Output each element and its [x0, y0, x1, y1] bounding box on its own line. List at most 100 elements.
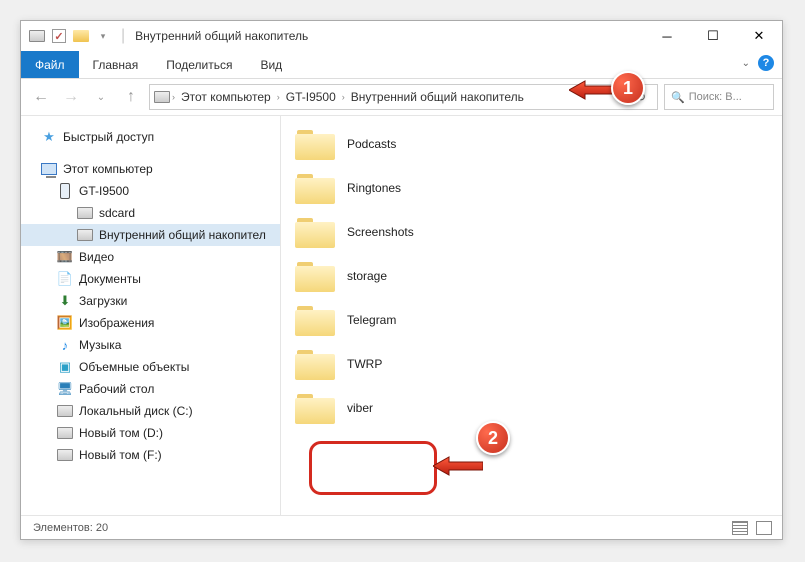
sidebar-label: Видео	[79, 250, 114, 264]
folder-item[interactable]: Screenshots	[281, 210, 782, 254]
sidebar-quick-access[interactable]: ★ Быстрый доступ	[21, 126, 280, 148]
forward-button[interactable]: →	[59, 85, 83, 109]
window-title: Внутренний общий накопитель	[135, 29, 308, 43]
annotation-badge-2: 2	[476, 421, 510, 455]
navigation-sidebar: ★ Быстрый доступ Этот компьютер GT-I9500…	[21, 116, 281, 515]
folder-item[interactable]: TWRP	[281, 342, 782, 386]
drive-icon	[57, 447, 73, 463]
close-button[interactable]: ✕	[736, 21, 782, 51]
folder-content[interactable]: Podcasts Ringtones Screenshots storage T…	[281, 116, 782, 515]
details-view-icon[interactable]	[732, 521, 748, 535]
cube-icon: ▣	[57, 359, 73, 375]
view-switcher	[732, 521, 772, 535]
sidebar-3d-objects[interactable]: ▣ Объемные объекты	[21, 356, 280, 378]
sidebar-documents[interactable]: 📄 Документы	[21, 268, 280, 290]
back-button[interactable]: ←	[29, 85, 53, 109]
documents-icon: 📄	[57, 271, 73, 287]
tab-home[interactable]: Главная	[79, 51, 153, 78]
drive-icon	[77, 205, 93, 221]
sidebar-new-volume-f[interactable]: Новый том (F:)	[21, 444, 280, 466]
sidebar-music[interactable]: ♪ Музыка	[21, 334, 280, 356]
tab-file[interactable]: Файл	[21, 51, 79, 78]
folder-icon	[295, 348, 335, 380]
folder-icon	[73, 28, 89, 44]
folder-icon	[295, 172, 335, 204]
folder-name: viber	[347, 401, 373, 415]
ribbon-expand-icon[interactable]: ⌄	[742, 58, 750, 69]
star-icon: ★	[41, 129, 57, 145]
thumbnails-view-icon[interactable]	[756, 521, 772, 535]
tab-view[interactable]: Вид	[246, 51, 296, 78]
folder-item[interactable]: Ringtones	[281, 166, 782, 210]
sidebar-label: Быстрый доступ	[63, 130, 154, 144]
sidebar-device[interactable]: GT-I9500	[21, 180, 280, 202]
sidebar-local-disk-c[interactable]: Локальный диск (C:)	[21, 400, 280, 422]
status-items-label: Элементов:	[33, 522, 93, 534]
computer-icon	[41, 161, 57, 177]
sidebar-pictures[interactable]: 🖼️ Изображения	[21, 312, 280, 334]
search-input[interactable]: 🔍 Поиск: В...	[664, 84, 774, 110]
recent-dropdown-icon[interactable]: ⌄	[89, 85, 113, 109]
navigation-row: ← → ⌄ ↑ › Этот компьютер › GT-I9500 › Вн…	[21, 79, 782, 115]
help-icon[interactable]: ?	[758, 55, 774, 71]
status-items-count: 20	[96, 522, 108, 534]
folder-item[interactable]: Podcasts	[281, 122, 782, 166]
annotation-arrow-2	[433, 455, 483, 477]
properties-checkbox-icon[interactable]	[51, 28, 67, 44]
ribbon-right-controls: ⌄ ?	[742, 55, 774, 71]
folder-name: Telegram	[347, 313, 396, 327]
sidebar-label: Документы	[79, 272, 141, 286]
status-bar: Элементов: 20	[21, 515, 782, 539]
sidebar-label: Внутренний общий накопител	[99, 228, 266, 242]
folder-item[interactable]: Telegram	[281, 298, 782, 342]
chevron-right-icon[interactable]: ›	[277, 92, 280, 102]
folder-name: Podcasts	[347, 137, 396, 151]
music-icon: ♪	[57, 337, 73, 353]
folder-name: Ringtones	[347, 181, 401, 195]
sidebar-label: Объемные объекты	[79, 360, 189, 374]
chevron-right-icon[interactable]: ›	[342, 92, 345, 102]
sidebar-downloads[interactable]: ⬇ Загрузки	[21, 290, 280, 312]
tab-share[interactable]: Поделиться	[152, 51, 246, 78]
folder-item[interactable]: storage	[281, 254, 782, 298]
drive-icon	[29, 28, 45, 44]
folder-item-viber[interactable]: viber	[281, 386, 782, 430]
videos-icon: 🎞️	[57, 249, 73, 265]
annotation-badge-1: 1	[611, 71, 645, 105]
breadcrumb-device[interactable]: GT-I9500	[282, 90, 340, 104]
breadcrumb-pc[interactable]: Этот компьютер	[177, 90, 275, 104]
drive-icon	[57, 425, 73, 441]
sidebar-sdcard[interactable]: sdcard	[21, 202, 280, 224]
folder-name: TWRP	[347, 357, 382, 371]
sidebar-desktop[interactable]: 🖥 Рабочий стол	[21, 378, 280, 400]
drive-icon	[57, 403, 73, 419]
pictures-icon: 🖼️	[57, 315, 73, 331]
qat-dropdown-icon[interactable]: ▾	[95, 28, 111, 44]
folder-name: Screenshots	[347, 225, 414, 239]
explorer-window: ▾ | Внутренний общий накопитель ─ ☐ ✕ Фа…	[20, 20, 783, 540]
sidebar-label: Рабочий стол	[79, 382, 154, 396]
search-placeholder: Поиск: В...	[689, 91, 742, 103]
sidebar-this-pc[interactable]: Этот компьютер	[21, 158, 280, 180]
folder-icon	[295, 304, 335, 336]
search-icon: 🔍	[671, 91, 685, 104]
maximize-button[interactable]: ☐	[690, 21, 736, 51]
titlebar: ▾ | Внутренний общий накопитель ─ ☐ ✕	[21, 21, 782, 51]
quick-access-toolbar: ▾ | Внутренний общий накопитель	[29, 27, 308, 45]
up-button[interactable]: ↑	[119, 85, 143, 109]
drive-icon	[77, 227, 93, 243]
sidebar-new-volume-d[interactable]: Новый том (D:)	[21, 422, 280, 444]
window-controls: ─ ☐ ✕	[644, 21, 782, 51]
minimize-button[interactable]: ─	[644, 21, 690, 51]
folder-icon	[295, 392, 335, 424]
folder-icon	[295, 216, 335, 248]
sidebar-label: sdcard	[99, 206, 135, 220]
sidebar-label: Новый том (F:)	[79, 448, 162, 462]
drive-icon	[154, 89, 170, 105]
chevron-right-icon[interactable]: ›	[172, 92, 175, 102]
sidebar-videos[interactable]: 🎞️ Видео	[21, 246, 280, 268]
sidebar-internal-storage[interactable]: Внутренний общий накопител	[21, 224, 280, 246]
sidebar-label: Новый том (D:)	[79, 426, 163, 440]
sidebar-label: Этот компьютер	[63, 162, 153, 176]
breadcrumb-storage[interactable]: Внутренний общий накопитель	[347, 90, 528, 104]
